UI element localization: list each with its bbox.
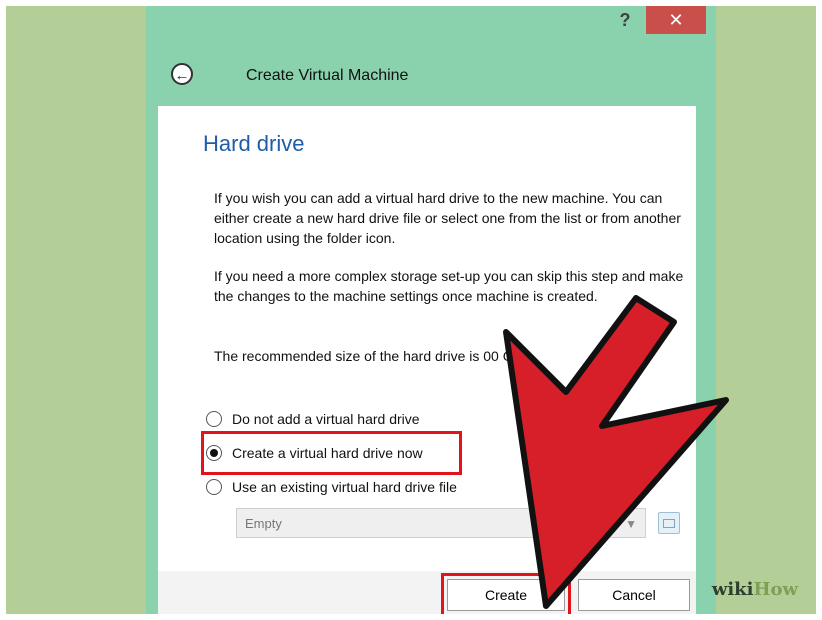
chevron-down-icon: ▼ <box>625 517 637 531</box>
section-heading: Hard drive <box>203 131 305 156</box>
radio-no-hard-drive[interactable] <box>206 411 222 427</box>
radio-use-existing-hard-drive[interactable] <box>206 479 222 495</box>
watermark-wiki: wiki <box>711 579 754 600</box>
background: ? ✕ ← Create Virtual Machine Hard drive … <box>6 6 816 614</box>
description-paragraph-2: If you need a more complex storage set-u… <box>214 268 684 304</box>
dropdown-value: Empty <box>245 516 282 531</box>
create-button[interactable]: Create <box>441 573 571 614</box>
option-no-hard-drive[interactable]: Do not add a virtual hard drive <box>206 402 457 436</box>
title-controls: ? ✕ <box>612 6 706 34</box>
recommended-size-text: The recommended size of the hard drive i… <box>214 348 523 364</box>
hard-drive-options: Do not add a virtual hard drive Create a… <box>201 402 462 504</box>
existing-drive-dropdown[interactable]: Empty ▼ <box>236 508 646 538</box>
radio-create-hard-drive[interactable] <box>206 445 222 461</box>
option-use-existing-hard-drive[interactable]: Use an existing virtual hard drive file <box>206 470 457 504</box>
dialog-title: Create Virtual Machine <box>246 67 409 84</box>
watermark-how: How <box>753 579 798 600</box>
option-create-hard-drive[interactable]: Create a virtual hard drive now <box>201 431 462 475</box>
folder-icon[interactable] <box>658 512 680 534</box>
close-button[interactable]: ✕ <box>646 6 706 34</box>
description-paragraph-1: If you wish you can add a virtual hard d… <box>214 190 681 246</box>
option-label: Do not add a virtual hard drive <box>232 411 420 427</box>
back-icon[interactable]: ← <box>171 63 193 85</box>
content-panel: Hard drive If you wish you can add a vir… <box>158 106 696 614</box>
option-label: Create a virtual hard drive now <box>232 445 423 461</box>
dialog-window: ? ✕ ← Create Virtual Machine Hard drive … <box>146 6 716 614</box>
help-button[interactable]: ? <box>612 6 638 34</box>
cancel-button[interactable]: Cancel <box>578 579 690 611</box>
wikihow-watermark: wikiHow <box>712 579 798 600</box>
dialog-footer: Create Cancel <box>158 571 696 614</box>
option-label: Use an existing virtual hard drive file <box>232 479 457 495</box>
